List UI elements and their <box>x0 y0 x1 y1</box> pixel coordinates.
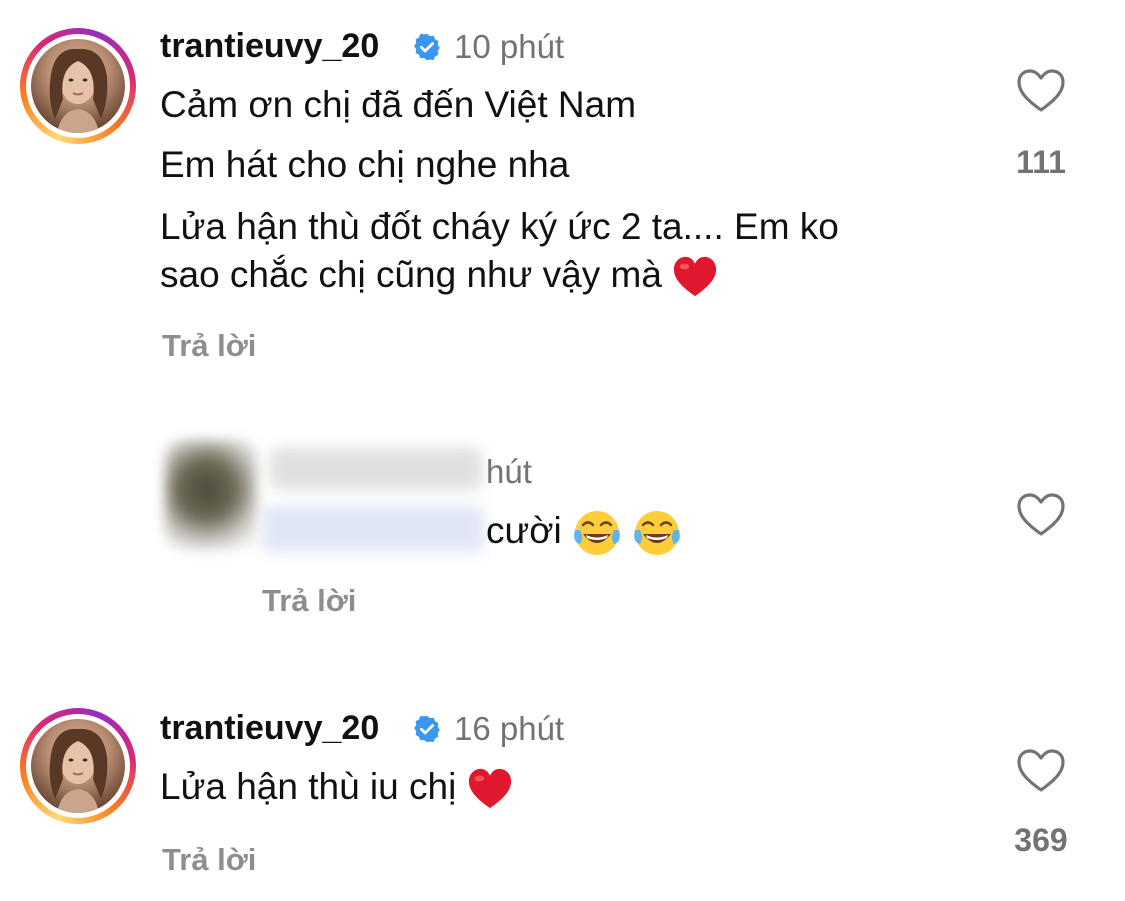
verified-badge-icon <box>414 715 440 743</box>
comment-time: 10 phút <box>454 28 565 65</box>
username[interactable]: trantieuvy_20 <box>160 708 379 748</box>
comment-text-last-line: sao chắc chị cũng như vậy mà <box>160 252 718 299</box>
comment-text: Lửa hận thù iu chị <box>160 764 513 811</box>
avatar[interactable] <box>165 440 257 550</box>
reply-button[interactable]: Trả lời <box>262 581 356 621</box>
heart-outline-icon[interactable] <box>1016 68 1066 114</box>
comment-time: hút <box>486 453 532 490</box>
reply-button[interactable]: Trả lời <box>162 326 256 366</box>
comment-text: Em hát cho chị nghe nha <box>160 144 570 185</box>
username[interactable] <box>270 448 482 490</box>
comment-item: trantieuvy_20 16 phút Lửa hận thù iu chị… <box>0 690 1125 901</box>
username[interactable]: trantieuvy_20 <box>160 26 379 66</box>
comment-item: trantieuvy_20 10 phút Cảm ơn chị đã đến … <box>0 0 1125 400</box>
comment-text: Cảm ơn chị đã đến Việt Nam <box>160 84 637 125</box>
avatar <box>31 719 125 813</box>
red-heart-emoji <box>468 769 511 809</box>
verified-badge-icon <box>414 33 440 61</box>
comment-time: 16 phút <box>454 710 565 747</box>
comment-text: cười <box>486 508 682 558</box>
heart-outline-icon[interactable] <box>1016 748 1066 794</box>
like-count: 369 <box>1014 822 1068 858</box>
avatar <box>31 39 125 133</box>
story-ring[interactable] <box>20 28 136 144</box>
red-heart-emoji <box>674 257 717 297</box>
like-count: 111 <box>1016 144 1066 180</box>
tears-of-joy-emoji <box>574 511 620 556</box>
reply-button[interactable]: Trả lời <box>162 840 256 880</box>
comment-text-blurred <box>262 506 484 552</box>
story-ring[interactable] <box>20 708 136 824</box>
tears-of-joy-emoji <box>634 511 681 556</box>
heart-outline-icon[interactable] <box>1016 492 1066 538</box>
comment-text: Lửa hận thù đốt cháy ký ức 2 ta.... Em k… <box>160 206 839 247</box>
